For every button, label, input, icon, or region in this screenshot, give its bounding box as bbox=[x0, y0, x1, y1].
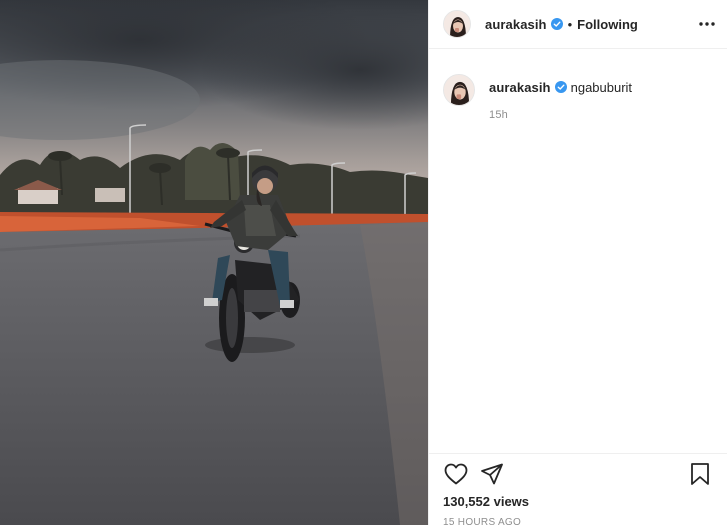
separator-dot: • bbox=[567, 16, 573, 32]
post-actions-section: 130,552 views 15 HOURS AGO bbox=[429, 453, 727, 528]
post-media[interactable] bbox=[0, 0, 428, 525]
save-button[interactable] bbox=[687, 461, 713, 487]
verified-badge-icon bbox=[550, 18, 563, 30]
author-username[interactable]: aurakasih bbox=[485, 17, 547, 32]
caption-text: ngabuburit bbox=[570, 80, 633, 95]
caption-body: aurakasih ngabuburit 15h bbox=[489, 74, 632, 124]
avatar-image bbox=[444, 11, 470, 37]
caption-timestamp[interactable]: 15h bbox=[489, 106, 632, 124]
following-button[interactable]: Following bbox=[577, 17, 638, 32]
views-count[interactable]: 130,552 views bbox=[443, 494, 713, 509]
caption-avatar[interactable] bbox=[443, 74, 475, 106]
heart-icon bbox=[444, 463, 468, 485]
bookmark-icon bbox=[691, 463, 709, 485]
more-options-icon bbox=[699, 22, 715, 26]
like-button[interactable] bbox=[443, 461, 469, 487]
more-options-button[interactable] bbox=[697, 14, 717, 34]
action-icons-row bbox=[443, 454, 713, 494]
caption-username[interactable]: aurakasih bbox=[489, 80, 551, 95]
send-icon bbox=[481, 463, 503, 485]
media-image bbox=[0, 0, 428, 525]
post-details-panel: aurakasih • Following aurakasih ngabubur… bbox=[428, 0, 727, 528]
post-timestamp[interactable]: 15 HOURS AGO bbox=[443, 517, 713, 528]
post-header: aurakasih • Following bbox=[429, 0, 727, 49]
avatar-image bbox=[444, 75, 474, 105]
verified-badge-icon bbox=[554, 81, 567, 93]
share-button[interactable] bbox=[479, 461, 505, 487]
post-caption: aurakasih ngabuburit 15h bbox=[443, 74, 717, 124]
author-avatar[interactable] bbox=[443, 10, 471, 38]
